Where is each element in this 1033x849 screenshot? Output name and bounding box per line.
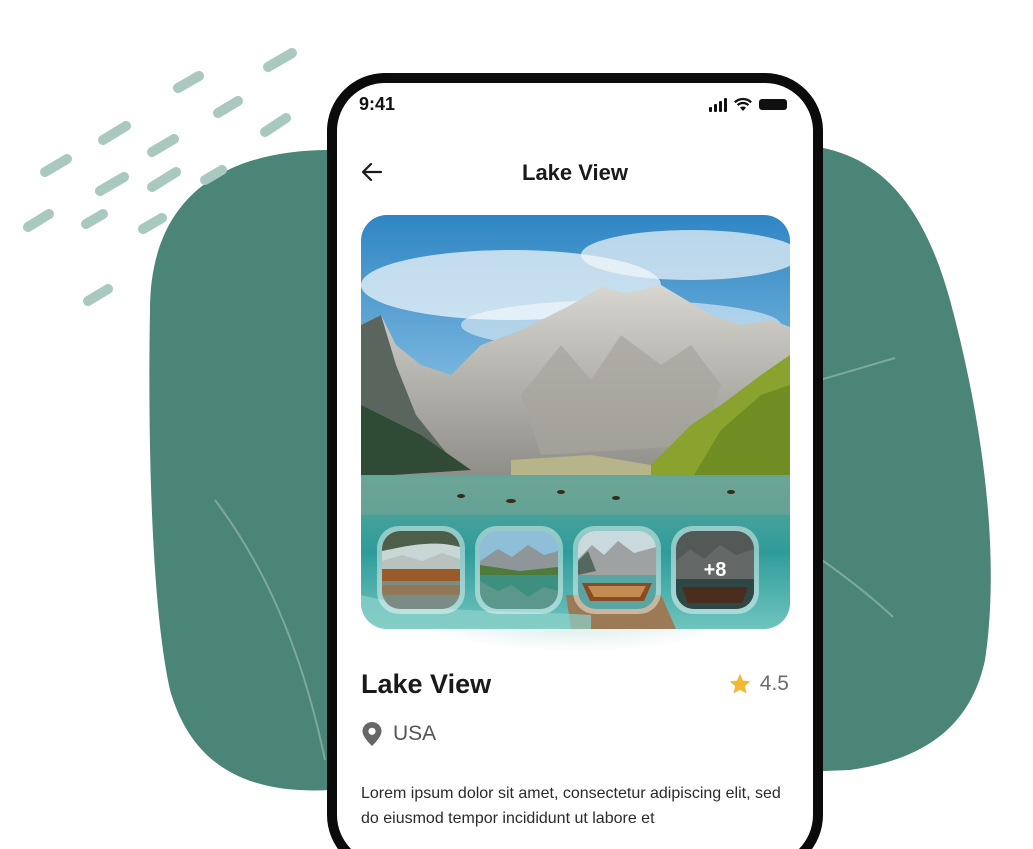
location: USA bbox=[361, 721, 436, 747]
location-text: USA bbox=[393, 722, 437, 745]
signal-icon bbox=[709, 98, 727, 112]
thumbnail-lake-forest[interactable] bbox=[377, 526, 465, 614]
thumbnail-lake-reflection[interactable] bbox=[475, 526, 563, 614]
thumbnail-strip: +8 bbox=[377, 526, 759, 614]
battery-icon bbox=[759, 99, 787, 110]
page-title: Lake View bbox=[522, 160, 628, 185]
star-icon bbox=[729, 673, 751, 694]
wifi-icon bbox=[734, 97, 752, 111]
rating-value: 4.5 bbox=[759, 672, 789, 695]
status-time: 9:41 bbox=[359, 94, 396, 114]
place-description: Lorem ipsum dolor sit amet, consectetur … bbox=[361, 785, 781, 827]
location-pin-icon bbox=[362, 722, 382, 746]
decorative-dashes bbox=[23, 48, 297, 306]
thumbnail-boat-mountains[interactable] bbox=[573, 526, 661, 614]
status-icons bbox=[709, 96, 787, 112]
place-title: Lake View bbox=[361, 669, 492, 699]
more-photos-count: +8 bbox=[703, 559, 727, 581]
promo-scene: 9:41 Lake View +8 Lake View 4.5 USA Lore… bbox=[0, 0, 1033, 849]
rating: 4.5 bbox=[728, 672, 789, 696]
phone-frame: 9:41 Lake View +8 Lake View 4.5 USA Lore… bbox=[327, 73, 823, 849]
navigation-bar: Lake View bbox=[337, 153, 813, 193]
hero-image[interactable]: +8 bbox=[361, 215, 790, 629]
status-bar: 9:41 bbox=[337, 83, 813, 133]
phone-screen: 9:41 Lake View +8 Lake View 4.5 USA Lore… bbox=[337, 83, 813, 849]
thumbnail-more[interactable]: +8 bbox=[671, 526, 759, 614]
